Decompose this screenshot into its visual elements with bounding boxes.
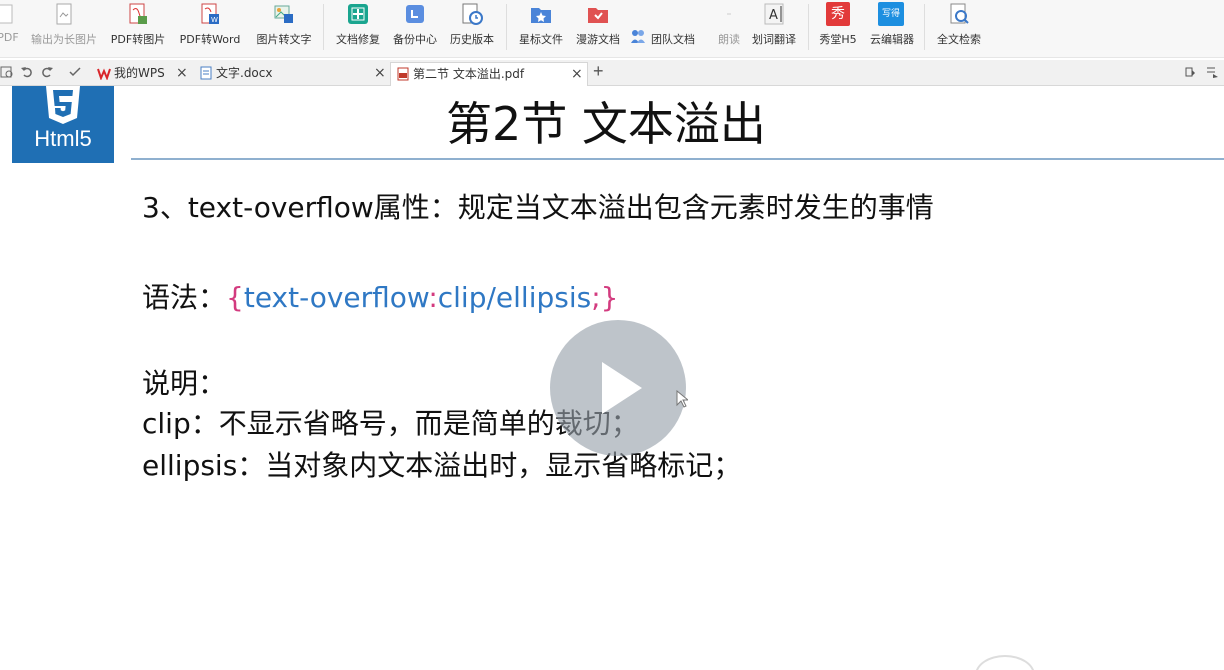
tab-list-icon[interactable]: [1205, 65, 1219, 79]
syntax-colon: :: [428, 281, 438, 314]
search-doc-icon: [950, 3, 969, 24]
xiutang-icon: 秀: [826, 2, 850, 26]
redo-icon[interactable]: [40, 65, 54, 79]
wps-pdf-window: PDF 输出为长图片 PDF转图片 W PDF转Word 图片转文字 文档修复 …: [0, 0, 1224, 670]
toolbar-separator: [808, 4, 809, 50]
pdf-label: PDF: [0, 31, 19, 44]
tab-close-icon[interactable]: ×: [571, 63, 583, 85]
tab-my-wps-label: 我的WPS: [114, 66, 165, 80]
pdf-to-image-icon: [129, 3, 147, 24]
pdf-to-image-label: PDF转图片: [110, 33, 166, 46]
doc-repair-button[interactable]: 文档修复: [330, 0, 386, 58]
wps-logo-icon: [97, 68, 111, 80]
tab-word-doc-label: 文字.docx: [216, 66, 273, 80]
html5-shield-icon: [46, 86, 80, 124]
tab-word-doc[interactable]: 文字.docx ×: [194, 62, 390, 86]
roaming-docs-button[interactable]: 漫游文档: [570, 0, 626, 58]
history-version-label: 历史版本: [450, 33, 494, 46]
starred-files-label: 星标文件: [519, 33, 563, 46]
mouse-cursor-icon: [676, 390, 688, 408]
image-to-text-button[interactable]: 图片转文字: [250, 0, 318, 58]
slide-title: 第2节 文本溢出: [446, 97, 766, 151]
repair-icon: [348, 4, 368, 24]
toolbar-separator: [924, 4, 925, 50]
xiutang-h5-button[interactable]: 秀 秀堂H5: [812, 0, 864, 58]
tab-pdf-label: 第二节 文本溢出.pdf: [413, 67, 525, 81]
toolbar-separator: [323, 4, 324, 50]
doc-repair-label: 文档修复: [336, 33, 380, 46]
syntax-line: 语法：{text-overflow:clip/ellipsis;}: [142, 276, 618, 316]
new-tab-button[interactable]: +: [593, 61, 604, 82]
video-play-button[interactable]: [550, 320, 686, 456]
word-translate-label: 划词翻译: [752, 33, 796, 46]
history-icon: [462, 3, 483, 25]
syntax-label: 语法：: [142, 281, 227, 314]
cloud-editor-button[interactable]: 写得 云编辑器: [864, 0, 920, 58]
pdf-icon: [0, 4, 13, 24]
svg-text:A: A: [769, 8, 778, 23]
backup-icon: [406, 5, 424, 23]
backup-center-button[interactable]: 备份中心: [388, 0, 442, 58]
read-aloud-button[interactable]: 朗读: [712, 0, 746, 58]
starred-files-button[interactable]: 星标文件: [512, 0, 570, 58]
read-aloud-label: 朗读: [718, 33, 740, 46]
preview-icon[interactable]: [0, 65, 14, 79]
docx-file-icon: [200, 66, 212, 80]
roaming-folder-icon: [588, 8, 608, 23]
syntax-property: text-overflow: [243, 281, 429, 314]
pdf-to-word-label: PDF转Word: [179, 33, 241, 46]
tab-my-wps[interactable]: 我的WPS ×: [92, 62, 192, 86]
pdf-to-word-icon: W: [201, 3, 219, 24]
undo-icon[interactable]: [20, 65, 34, 79]
team-docs-label: 团队文档: [651, 33, 695, 46]
html5-logo: Html5: [12, 86, 114, 163]
word-translate-button[interactable]: A 划词翻译: [746, 0, 802, 58]
ellipsis-description: ellipsis：当对象内文本溢出时，显示省略标记；: [142, 449, 742, 482]
description-label: 说明：: [142, 367, 227, 400]
syntax-value: clip/ellipsis: [437, 281, 592, 314]
long-image-icon: [56, 3, 72, 25]
tab-close-icon[interactable]: ×: [374, 62, 386, 84]
syntax-close-brace: ;}: [591, 281, 619, 314]
fulltext-search-button[interactable]: 全文检索: [930, 0, 988, 58]
pdf-to-word-button[interactable]: W PDF转Word: [174, 0, 246, 58]
roaming-docs-label: 漫游文档: [576, 33, 620, 46]
backup-center-label: 备份中心: [393, 33, 437, 46]
cloud-editor-label: 云编辑器: [870, 33, 914, 46]
play-icon: [602, 362, 642, 414]
quick-access-dropdown-icon[interactable]: [68, 65, 82, 79]
translate-icon: A: [764, 3, 784, 25]
xiutang-h5-label: 秀堂H5: [819, 33, 857, 46]
ribbon-toolbar: PDF 输出为长图片 PDF转图片 W PDF转Word 图片转文字 文档修复 …: [0, 0, 1224, 58]
image-to-text-icon: [274, 5, 293, 23]
pdf-button[interactable]: PDF: [0, 0, 22, 58]
speaker-icon: [727, 13, 731, 15]
text-overflow-definition: 3、text-overflow属性：规定当文本溢出包含元素时发生的事情: [142, 191, 934, 224]
pdf-to-image-button[interactable]: PDF转图片: [106, 0, 170, 58]
history-version-button[interactable]: 历史版本: [444, 0, 500, 58]
star-folder-icon: [531, 8, 551, 23]
syntax-open-brace: {: [226, 281, 244, 314]
title-divider: [131, 158, 1224, 160]
team-docs-button[interactable]: 团队文档: [626, 0, 702, 58]
svg-text:W: W: [211, 16, 218, 24]
document-tab-bar: 我的WPS × 文字.docx × 第二节 文本溢出.pdf × +: [0, 60, 1224, 87]
export-long-image-label: 输出为长图片: [31, 33, 97, 46]
window-restore-icon[interactable]: [1183, 65, 1197, 79]
logo-text: Html5: [34, 126, 92, 151]
tab-pdf-active[interactable]: 第二节 文本溢出.pdf ×: [390, 62, 588, 87]
fulltext-search-label: 全文检索: [937, 33, 981, 46]
image-to-text-label: 图片转文字: [256, 33, 312, 46]
cloud-editor-icon: 写得: [878, 2, 904, 26]
pdf-file-icon: [397, 67, 409, 81]
toolbar-separator: [506, 4, 507, 50]
tab-close-icon[interactable]: ×: [176, 62, 188, 84]
export-long-image-button[interactable]: 输出为长图片: [26, 0, 102, 58]
